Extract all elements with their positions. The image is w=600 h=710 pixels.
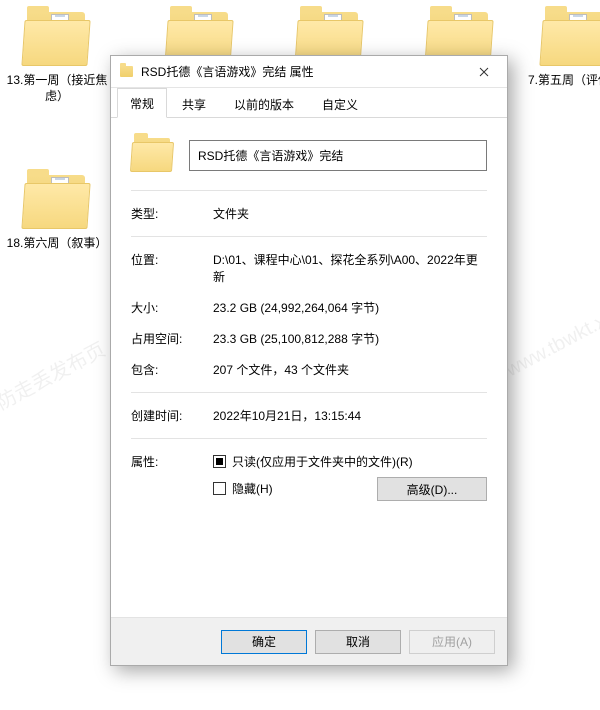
desktop-folder[interactable]: 13.第一周（接近焦虑）	[2, 12, 112, 104]
folder-icon	[541, 12, 600, 68]
type-label: 类型:	[131, 205, 213, 222]
folder-icon	[131, 136, 175, 174]
watermark: www.tbwkt.xyz	[502, 301, 600, 382]
readonly-label: 只读(仅应用于文件夹中的文件)(R)	[232, 453, 413, 470]
desktop-folder[interactable]: 7.第五周（评估）	[520, 12, 600, 88]
folder-icon	[23, 12, 91, 68]
folder-label: 13.第一周（接近焦虑）	[2, 72, 112, 104]
size-on-disk-value: 23.3 GB (25,100,812,288 字节)	[213, 330, 487, 347]
window-title: RSD托德《言语游戏》完结 属性	[141, 63, 461, 80]
separator	[131, 438, 487, 439]
created-label: 创建时间:	[131, 407, 213, 424]
tab-content: RSD托德《言语游戏》完结 类型: 文件夹 位置: D:\01、课程中心\01、…	[111, 118, 507, 617]
folder-icon	[23, 175, 91, 231]
watermark: 防走丢发布页	[0, 334, 110, 416]
contains-value: 207 个文件，43 个文件夹	[213, 361, 487, 378]
close-icon	[479, 67, 489, 77]
type-value: 文件夹	[213, 205, 487, 222]
tab-bar: 常规 共享 以前的版本 自定义	[111, 88, 507, 118]
hidden-label: 隐藏(H)	[232, 480, 273, 497]
location-label: 位置:	[131, 251, 213, 285]
size-on-disk-label: 占用空间:	[131, 330, 213, 347]
created-value: 2022年10月21日，13:15:44	[213, 407, 487, 424]
size-value: 23.2 GB (24,992,264,064 字节)	[213, 299, 487, 316]
folder-name-input[interactable]: RSD托德《言语游戏》完结	[189, 140, 487, 171]
advanced-button[interactable]: 高级(D)...	[377, 477, 487, 501]
tab-general[interactable]: 常规	[117, 88, 167, 118]
cancel-button[interactable]: 取消	[315, 630, 401, 654]
hidden-checkbox[interactable]	[213, 482, 226, 495]
apply-button[interactable]: 应用(A)	[409, 630, 495, 654]
size-label: 大小:	[131, 299, 213, 316]
readonly-checkbox[interactable]	[213, 455, 226, 468]
dialog-footer: 确定 取消 应用(A)	[111, 617, 507, 665]
folder-label: 18.第六周（叙事）	[2, 235, 112, 251]
location-value: D:\01、课程中心\01、探花全系列\A00、2022年更新	[213, 251, 487, 285]
separator	[131, 190, 487, 191]
separator	[131, 236, 487, 237]
titlebar[interactable]: RSD托德《言语游戏》完结 属性	[111, 56, 507, 88]
folder-label: 7.第五周（评估）	[520, 72, 600, 88]
separator	[131, 392, 487, 393]
attributes-label: 属性:	[131, 453, 213, 497]
tab-sharing[interactable]: 共享	[169, 89, 219, 118]
close-button[interactable]	[461, 56, 507, 88]
ok-button[interactable]: 确定	[221, 630, 307, 654]
folder-icon	[119, 65, 135, 79]
tab-previous-versions[interactable]: 以前的版本	[221, 89, 307, 118]
properties-dialog: RSD托德《言语游戏》完结 属性 常规 共享 以前的版本 自定义 RSD托德《言…	[110, 55, 508, 666]
contains-label: 包含:	[131, 361, 213, 378]
desktop-folder[interactable]: 18.第六周（叙事）	[2, 175, 112, 251]
tab-customize[interactable]: 自定义	[309, 89, 371, 118]
